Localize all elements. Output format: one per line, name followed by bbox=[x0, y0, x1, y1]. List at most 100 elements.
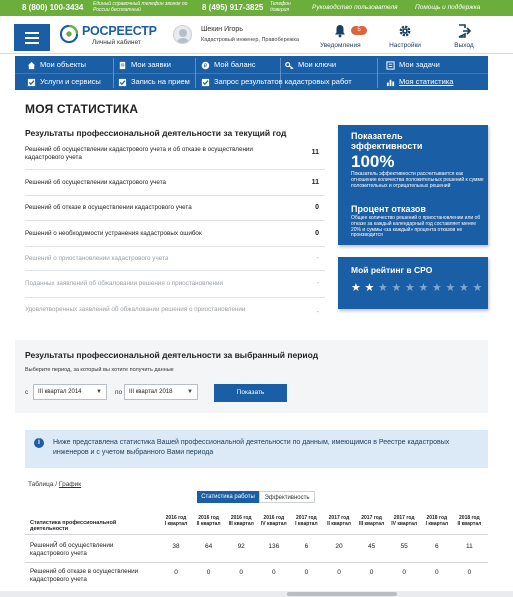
notifications-label: Уведомления bbox=[320, 42, 361, 49]
stat-value: 11 bbox=[311, 179, 319, 186]
ruble-icon: ₽ bbox=[201, 61, 210, 70]
hotline-note: Единый справочный телефон звонок по Росс… bbox=[93, 1, 188, 13]
document-icon bbox=[119, 61, 126, 70]
view-toggle: Таблица / График bbox=[28, 481, 81, 488]
table-cell: 0 bbox=[174, 569, 178, 576]
table-column-header: 2016 год IV квартал bbox=[260, 515, 287, 527]
star-icon: ★ bbox=[459, 282, 469, 294]
view-table-link[interactable]: Таблица bbox=[28, 481, 54, 488]
table-column-header: 2018 год II квартал bbox=[457, 515, 482, 527]
stat-row: Поданных заявлений об обжаловании решени… bbox=[25, 271, 325, 298]
settings-button[interactable]: Настройки bbox=[385, 24, 425, 49]
menu-burger-button[interactable] bbox=[14, 24, 50, 51]
table-cell: 11 bbox=[466, 543, 473, 550]
table-cell: 45 bbox=[367, 543, 376, 550]
key-icon bbox=[285, 62, 294, 70]
table-cell: 20 bbox=[335, 543, 343, 550]
burger-line bbox=[25, 42, 39, 44]
checkbox-icon bbox=[118, 78, 127, 87]
nav-my-stats[interactable]: Моя статистика bbox=[386, 76, 453, 88]
nav-label: Мои объекты bbox=[40, 60, 87, 69]
avatar[interactable] bbox=[173, 25, 192, 44]
nav-cadastral-results[interactable]: Запрос результатов кадастровых работ bbox=[201, 76, 352, 88]
table-cell: 6 bbox=[304, 543, 309, 550]
table-cell: 0 bbox=[271, 569, 276, 576]
trust-phone-note: Телефон доверия bbox=[270, 1, 291, 13]
stat-label: Решений о необходимости устранения кадас… bbox=[25, 230, 202, 237]
star-icon: ★ bbox=[432, 282, 442, 294]
table-header-label: Статистика профессиональной деятельности bbox=[30, 520, 117, 532]
stat-value: - bbox=[316, 309, 319, 316]
stat-value: - bbox=[316, 280, 319, 287]
stat-row: Решений о приостановлении кадастрового у… bbox=[25, 247, 325, 271]
stat-row: Решений об отказе в осуществлении кадаст… bbox=[25, 196, 325, 221]
efficiency-title: Показатель эффективности bbox=[351, 131, 423, 151]
info-icon: i bbox=[34, 438, 44, 448]
trust-phone[interactable]: 8 (495) 917-3825 bbox=[202, 3, 263, 12]
page-title: МОЯ СТАТИСТИКА bbox=[25, 102, 139, 116]
period-from-select[interactable]: III квартал 2014 ▼ bbox=[33, 384, 107, 400]
table-cell: 6 bbox=[434, 543, 439, 550]
nav-my-requests[interactable]: Мои заявки bbox=[118, 59, 171, 71]
nav-my-objects[interactable]: Мои объекты bbox=[27, 59, 86, 71]
info-text: Ниже представлена статистика Вашей профе… bbox=[53, 439, 450, 456]
stat-row: Решений об осуществлении кадастрового уч… bbox=[25, 170, 325, 196]
hotline-phone[interactable]: 8 (800) 100-3434 bbox=[22, 3, 83, 12]
tab-efficiency[interactable]: Эффективность bbox=[259, 491, 315, 503]
table-cell: 0 bbox=[369, 569, 374, 576]
table-column-header: 2016 год II квартал bbox=[196, 515, 221, 527]
user-role: Кадастровый инженер, Правобережка bbox=[201, 37, 299, 43]
show-button[interactable]: Показать bbox=[214, 384, 287, 402]
view-chart-link[interactable]: График bbox=[59, 481, 81, 488]
stat-label: Поданных заявлений об обжаловании решени… bbox=[25, 280, 224, 287]
nav-my-keys[interactable]: Мои ключи bbox=[285, 59, 336, 71]
refusals-title: Процент отказов bbox=[351, 204, 426, 214]
nav-appointment[interactable]: Запись на прием bbox=[118, 76, 190, 88]
logo-title[interactable]: РОСРЕЕСТР bbox=[82, 24, 157, 38]
star-icon: ★ bbox=[418, 282, 429, 294]
star-icon: ★ bbox=[364, 282, 375, 294]
rosreestr-logo-icon[interactable] bbox=[60, 25, 78, 43]
stat-row: Решений о необходимости устранения кадас… bbox=[25, 221, 325, 247]
table-cell: 0 bbox=[239, 569, 243, 576]
nav-label: Запрос результатов кадастровых работ bbox=[214, 77, 352, 86]
settings-label: Настройки bbox=[389, 42, 421, 49]
checkbox-icon bbox=[201, 78, 210, 87]
stat-value: - bbox=[316, 255, 319, 262]
table-cell: 0 bbox=[337, 569, 341, 576]
nav-services[interactable]: Услуги и сервисы bbox=[27, 76, 101, 88]
nav-row-divider bbox=[15, 73, 488, 74]
user-guide-link[interactable]: Руководство пользователя bbox=[312, 4, 398, 11]
table-column-header: 2018 год I квартал bbox=[425, 515, 449, 527]
nav-label: Мои заявки bbox=[131, 60, 171, 69]
user-name[interactable]: Шекин Игорь bbox=[201, 26, 243, 33]
table-column-header: 2017 год IV квартал bbox=[391, 515, 418, 527]
nav-my-balance[interactable]: ₽ Мой баланс bbox=[201, 59, 256, 71]
stat-label: Решений о приостановлении кадастрового у… bbox=[25, 255, 169, 262]
chevron-down-icon: ▼ bbox=[187, 389, 193, 395]
nav-label: Мой баланс bbox=[214, 60, 256, 69]
stat-value: 0 bbox=[315, 230, 319, 237]
nav-divider bbox=[377, 58, 378, 88]
burger-line bbox=[25, 32, 39, 34]
table-column-header: 2017 год I квартал bbox=[295, 515, 318, 527]
scrollbar-thumb[interactable] bbox=[287, 592, 397, 596]
tab-work-stats[interactable]: Статистика работы bbox=[197, 491, 259, 503]
help-support-link[interactable]: Помощь и поддержка bbox=[415, 4, 480, 11]
table-cell: 136 bbox=[268, 543, 280, 550]
stat-label: Решений об отказе в осуществлении кадаст… bbox=[25, 204, 192, 211]
star-icon: ★ bbox=[378, 282, 388, 294]
horizontal-scrollbar[interactable] bbox=[0, 591, 513, 597]
house-icon bbox=[27, 61, 36, 70]
efficiency-description: Показатель эффективности рассчитывается … bbox=[351, 171, 484, 189]
nav-divider bbox=[195, 58, 196, 88]
period-to-select[interactable]: III квартал 2018 ▼ bbox=[124, 384, 198, 400]
avatar-head bbox=[179, 29, 187, 37]
exit-label: Выход bbox=[454, 42, 474, 49]
period-from-value: III квартал 2014 bbox=[38, 389, 82, 395]
checkbox-icon bbox=[27, 78, 36, 87]
exit-button[interactable]: Выход bbox=[444, 24, 484, 49]
table-column-header: 2016 год I квартал bbox=[164, 515, 188, 527]
gear-icon bbox=[399, 25, 411, 37]
nav-my-tasks[interactable]: Мои задачи bbox=[386, 59, 440, 71]
